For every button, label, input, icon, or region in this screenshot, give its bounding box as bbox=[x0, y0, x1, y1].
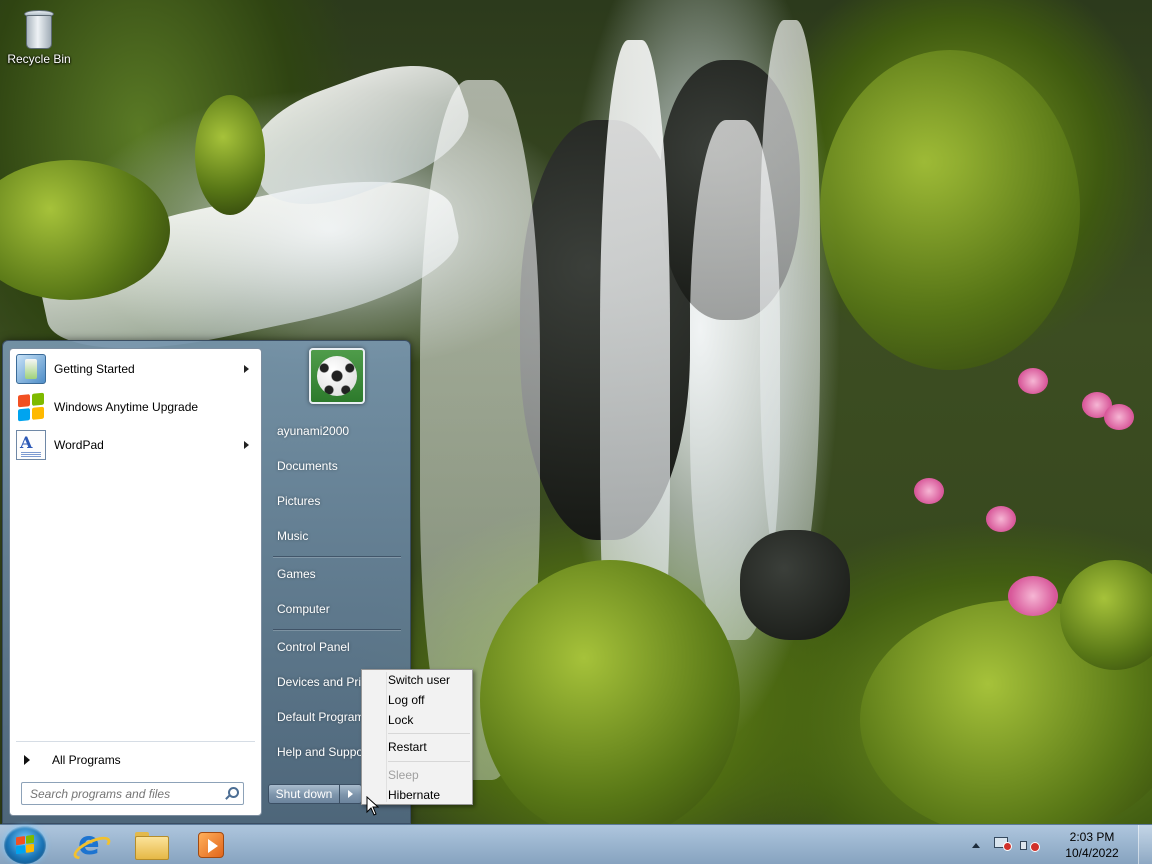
all-programs-button[interactable]: All Programs bbox=[14, 747, 259, 773]
shutdown-options-button[interactable] bbox=[340, 784, 362, 804]
taskbar: 2:03 PM 10/4/2022 bbox=[0, 824, 1152, 864]
chevron-right-icon bbox=[348, 790, 353, 798]
divider bbox=[273, 629, 401, 630]
submenu-arrow-icon bbox=[244, 441, 249, 449]
pink-flower bbox=[1018, 368, 1048, 394]
moss-boulder bbox=[480, 560, 740, 824]
menu-divider bbox=[388, 733, 470, 734]
search-input[interactable] bbox=[22, 786, 224, 801]
menu-divider bbox=[388, 761, 470, 762]
program-label: WordPad bbox=[54, 438, 104, 452]
program-wordpad[interactable]: WordPad bbox=[12, 428, 259, 462]
divider bbox=[16, 741, 255, 742]
program-getting-started[interactable]: Getting Started bbox=[12, 352, 259, 386]
windows-logo-icon bbox=[16, 390, 46, 423]
power-options-menu: Switch user Log off Lock Restart Sleep H… bbox=[361, 669, 473, 805]
expand-arrow-icon bbox=[24, 755, 30, 765]
folder-icon bbox=[135, 832, 169, 860]
taskbar-internet-explorer[interactable] bbox=[62, 824, 116, 863]
pink-flower bbox=[1008, 576, 1058, 616]
start-link-computer[interactable]: Computer bbox=[269, 594, 405, 624]
start-link-music[interactable]: Music bbox=[269, 521, 405, 551]
getting-started-icon bbox=[16, 354, 46, 384]
wordpad-icon bbox=[16, 430, 46, 460]
all-programs-label: All Programs bbox=[52, 753, 121, 767]
divider bbox=[273, 556, 401, 557]
program-windows-anytime-upgrade[interactable]: Windows Anytime Upgrade bbox=[12, 390, 259, 424]
pink-flower bbox=[1104, 404, 1134, 430]
windows-logo-icon bbox=[16, 834, 34, 855]
show-desktop-button[interactable] bbox=[1138, 825, 1152, 864]
clock-time: 2:03 PM bbox=[1069, 830, 1115, 844]
start-button[interactable] bbox=[4, 826, 46, 864]
volume-muted-icon[interactable] bbox=[1020, 837, 1040, 853]
clock-date: 10/4/2022 bbox=[1065, 846, 1119, 860]
menu-item-sleep: Sleep bbox=[388, 768, 419, 782]
desktop-icon-label: Recycle Bin bbox=[7, 52, 71, 66]
program-label: Windows Anytime Upgrade bbox=[54, 400, 199, 414]
menu-item-lock[interactable]: Lock bbox=[364, 710, 470, 730]
internet-explorer-icon bbox=[74, 824, 104, 862]
start-link-pictures[interactable]: Pictures bbox=[269, 486, 405, 516]
moss-bank bbox=[820, 50, 1080, 370]
network-icon[interactable] bbox=[994, 837, 1012, 853]
program-label: Getting Started bbox=[54, 362, 135, 376]
rock bbox=[740, 530, 850, 640]
taskbar-windows-explorer[interactable] bbox=[124, 827, 178, 863]
start-menu-programs-pane: Getting Started Windows Anytime Upgrade … bbox=[9, 348, 262, 816]
start-menu: Getting Started Windows Anytime Upgrade … bbox=[2, 340, 411, 824]
moss-log bbox=[195, 95, 265, 215]
pink-flower bbox=[986, 506, 1016, 532]
pink-flower bbox=[914, 478, 944, 504]
menu-item-switch-user[interactable]: Switch user bbox=[364, 670, 470, 690]
start-link-control-panel[interactable]: Control Panel bbox=[269, 632, 405, 662]
search-icon[interactable] bbox=[224, 786, 239, 801]
media-player-icon bbox=[198, 832, 224, 858]
recycle-bin-icon bbox=[22, 8, 56, 50]
start-link-games[interactable]: Games bbox=[269, 559, 405, 589]
shutdown-button[interactable]: Shut down bbox=[268, 784, 340, 804]
clock[interactable]: 2:03 PM 10/4/2022 bbox=[1058, 829, 1126, 861]
start-link-user[interactable]: ayunami2000 bbox=[269, 416, 405, 446]
desktop-icon-recycle-bin[interactable]: Recycle Bin bbox=[6, 6, 72, 66]
menu-item-log-off[interactable]: Log off bbox=[364, 690, 470, 710]
user-avatar[interactable] bbox=[309, 348, 365, 404]
taskbar-media-player[interactable] bbox=[184, 827, 238, 863]
start-link-documents[interactable]: Documents bbox=[269, 451, 405, 481]
show-hidden-icons-button[interactable] bbox=[972, 842, 980, 848]
system-tray: 2:03 PM 10/4/2022 bbox=[972, 825, 1152, 864]
waterfall-stream bbox=[760, 20, 820, 580]
submenu-arrow-icon bbox=[244, 365, 249, 373]
soccer-ball-icon bbox=[317, 356, 357, 396]
menu-item-restart[interactable]: Restart bbox=[364, 737, 470, 757]
search-box[interactable] bbox=[21, 782, 244, 805]
